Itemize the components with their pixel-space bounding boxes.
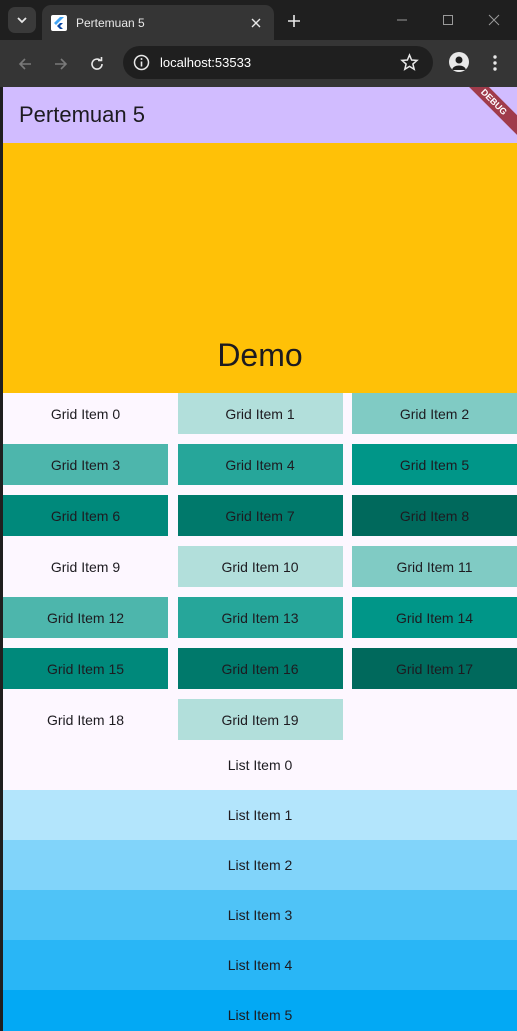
list-item[interactable]: List Item 2 bbox=[3, 840, 517, 890]
sliver-app-bar-header: Demo bbox=[3, 143, 517, 393]
grid-item[interactable]: Grid Item 18 bbox=[3, 699, 168, 740]
grid-item[interactable]: Grid Item 17 bbox=[352, 648, 517, 689]
app-bar-title: Pertemuan 5 bbox=[19, 102, 145, 127]
grid-item[interactable]: Grid Item 10 bbox=[177, 546, 343, 587]
flutter-favicon-icon bbox=[51, 14, 67, 31]
list-item[interactable]: List Item 1 bbox=[3, 790, 517, 840]
grid-item[interactable]: Grid Item 16 bbox=[177, 648, 343, 689]
grid-item[interactable]: Grid Item 19 bbox=[177, 699, 343, 740]
grid-item[interactable]: Grid Item 13 bbox=[177, 597, 343, 638]
grid-item[interactable]: Grid Item 11 bbox=[352, 546, 517, 587]
site-info-icon[interactable] bbox=[132, 53, 151, 72]
grid-item[interactable]: Grid Item 14 bbox=[352, 597, 517, 638]
close-tab-icon[interactable] bbox=[246, 13, 266, 33]
tab-search-button[interactable] bbox=[8, 7, 36, 33]
grid-item[interactable]: Grid Item 5 bbox=[352, 444, 517, 485]
grid-item[interactable]: Grid Item 4 bbox=[177, 444, 343, 485]
bookmark-star-icon[interactable] bbox=[400, 53, 419, 72]
new-tab-icon[interactable] bbox=[283, 10, 305, 32]
browser-menu-icon[interactable] bbox=[485, 52, 505, 74]
grid-item[interactable]: Grid Item 7 bbox=[177, 495, 343, 536]
url-text[interactable]: localhost:53533 bbox=[160, 55, 251, 70]
grid-item[interactable]: Grid Item 6 bbox=[3, 495, 168, 536]
list-item[interactable]: List Item 3 bbox=[3, 890, 517, 940]
maximize-icon[interactable] bbox=[437, 9, 459, 31]
browser-tab[interactable]: Pertemuan 5 bbox=[42, 5, 274, 40]
chevron-down-icon bbox=[17, 17, 27, 24]
header-title: Demo bbox=[217, 337, 303, 373]
grid-item[interactable]: Grid Item 15 bbox=[3, 648, 168, 689]
browser-toolbar: localhost:53533 bbox=[0, 40, 517, 87]
back-arrow-icon[interactable] bbox=[13, 52, 37, 76]
grid-item[interactable]: Grid Item 12 bbox=[3, 597, 168, 638]
grid-item[interactable]: Grid Item 8 bbox=[352, 495, 517, 536]
grid-item[interactable]: Grid Item 3 bbox=[3, 444, 168, 485]
list-item[interactable]: List Item 0 bbox=[3, 740, 517, 790]
profile-avatar-icon[interactable] bbox=[449, 52, 469, 72]
address-bar[interactable]: localhost:53533 bbox=[123, 46, 433, 79]
grid-item[interactable]: Grid Item 1 bbox=[177, 393, 343, 434]
browser-tab-strip: Pertemuan 5 bbox=[0, 0, 517, 40]
reload-icon[interactable] bbox=[85, 52, 109, 76]
app-bar: Pertemuan 5 DEBUG bbox=[3, 87, 517, 143]
grid-item[interactable]: Grid Item 2 bbox=[352, 393, 517, 434]
close-window-icon[interactable] bbox=[483, 9, 505, 31]
grid-item[interactable]: Grid Item 9 bbox=[3, 546, 168, 587]
list-item[interactable]: List Item 5 bbox=[3, 990, 517, 1031]
browser-tab-title: Pertemuan 5 bbox=[76, 15, 145, 30]
grid-item[interactable]: Grid Item 0 bbox=[3, 393, 168, 434]
list-item[interactable]: List Item 4 bbox=[3, 940, 517, 990]
forward-arrow-icon[interactable] bbox=[49, 52, 73, 76]
debug-banner: DEBUG bbox=[458, 87, 517, 138]
app-viewport[interactable]: Pertemuan 5 DEBUG Demo Grid Item 0 Grid I… bbox=[3, 87, 517, 1031]
minimize-icon[interactable] bbox=[391, 9, 413, 31]
